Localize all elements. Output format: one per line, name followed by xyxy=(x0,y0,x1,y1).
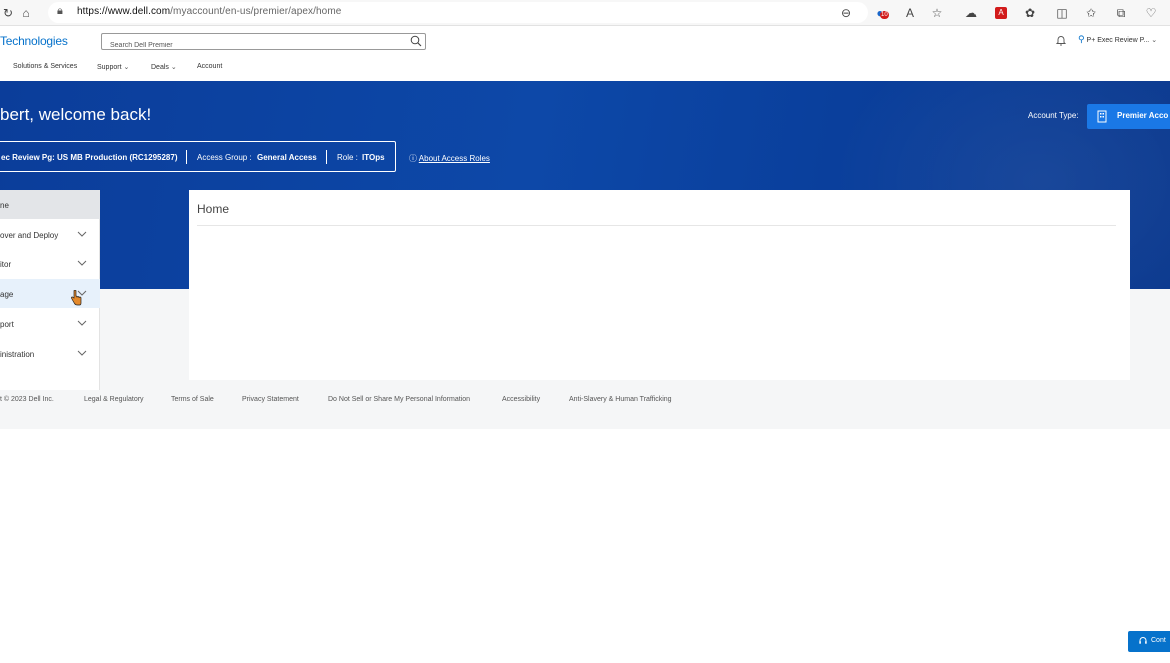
cloud-icon[interactable]: ☁ xyxy=(963,5,979,21)
side-nav-home[interactable]: ne xyxy=(0,190,100,219)
favorite-star-icon[interactable]: ☆ xyxy=(929,5,945,21)
main-content-card: Home xyxy=(189,190,1130,380)
page-title: Home xyxy=(197,202,230,216)
nav-solutions-services[interactable]: Solutions & Services xyxy=(13,63,77,70)
dell-logo[interactable]: Technologies xyxy=(0,34,68,48)
favorites-icon[interactable]: ✩ xyxy=(1083,5,1099,21)
chevron-down-icon: ⌄ xyxy=(170,64,177,71)
footer-legal-link[interactable]: Legal & Regulatory xyxy=(84,396,144,403)
footer-privacy-link[interactable]: Privacy Statement xyxy=(242,396,299,403)
lock-icon: 🔒︎ xyxy=(57,5,63,17)
chevron-down-icon xyxy=(77,231,87,237)
search-box xyxy=(101,33,426,53)
nav-deals[interactable]: Deals ⌄ xyxy=(151,63,177,71)
footer-terms-link[interactable]: Terms of Sale xyxy=(171,396,214,403)
browser-toolbar: ↻ ⌂ 🔒︎ https://www.dell.com/myaccount/en… xyxy=(0,0,1170,26)
collections-icon[interactable]: ⧉ xyxy=(1113,5,1129,21)
zoom-out-icon[interactable]: ⊖ xyxy=(838,5,854,21)
refresh-icon[interactable]: ↻ xyxy=(0,5,16,21)
side-nav-monitor[interactable]: itor xyxy=(0,249,100,278)
address-url[interactable]: https://www.dell.com/myaccount/en-us/pre… xyxy=(77,6,341,17)
address-bar[interactable]: 🔒︎ https://www.dell.com/myaccount/en-us/… xyxy=(48,2,868,23)
read-aloud-icon[interactable]: A xyxy=(902,5,918,21)
side-nav: ne over and Deploy itor age port inistra… xyxy=(0,190,100,390)
footer-accessibility-link[interactable]: Accessibility xyxy=(502,396,540,403)
pdf-extension-icon[interactable]: A xyxy=(995,7,1007,19)
notification-bell-icon[interactable] xyxy=(1055,34,1067,46)
headset-icon xyxy=(1139,637,1147,644)
chevron-down-icon xyxy=(77,320,87,326)
building-icon xyxy=(1097,110,1107,123)
premier-account-button[interactable]: Premier Acco xyxy=(1087,104,1170,129)
nav-account[interactable]: Account xyxy=(197,63,222,70)
account-icon: ⚲ xyxy=(1078,34,1085,44)
chevron-down-icon: ⌄ xyxy=(1151,37,1158,44)
access-group-label: Access Group : xyxy=(197,153,252,162)
nav-support[interactable]: Support ⌄ xyxy=(97,63,129,71)
search-icon[interactable] xyxy=(410,35,422,47)
tracking-prevention-icon[interactable]: ●10 xyxy=(872,5,889,21)
welcome-heading: bert, welcome back! xyxy=(0,105,152,124)
browser-essentials-icon[interactable]: ♡ xyxy=(1143,5,1159,21)
home-icon[interactable]: ⌂ xyxy=(18,5,34,21)
split-screen-icon[interactable]: ◫ xyxy=(1054,5,1070,21)
store-name: ec Review Pg: US MB Production (RC129528… xyxy=(1,153,178,162)
footer-copyright: t © 2023 Dell Inc. xyxy=(0,396,54,403)
footer-do-not-sell-link[interactable]: Do Not Sell or Share My Personal Informa… xyxy=(328,396,470,403)
side-nav-support[interactable]: port xyxy=(0,309,100,338)
access-group-value: General Access xyxy=(257,153,317,162)
role-label: Role : xyxy=(337,153,358,162)
extensions-icon[interactable]: ✿ xyxy=(1022,5,1038,21)
footer-anti-slavery-link[interactable]: Anti-Slavery & Human Trafficking xyxy=(569,396,672,403)
account-type-label: Account Type: xyxy=(1028,111,1079,120)
site-header: Technologies ⚲ P+ Exec Review P... ⌄ Sol… xyxy=(0,26,1170,81)
contact-button[interactable]: Cont xyxy=(1128,631,1170,652)
hand-cursor-icon xyxy=(71,290,82,306)
about-access-roles-link[interactable]: ⓘ About Access Roles xyxy=(409,153,490,164)
chevron-down-icon xyxy=(77,350,87,356)
search-input[interactable] xyxy=(102,38,402,53)
side-nav-discover-deploy[interactable]: over and Deploy xyxy=(0,220,100,249)
account-menu[interactable]: ⚲ P+ Exec Review P... ⌄ xyxy=(1078,34,1157,45)
side-nav-manage[interactable]: age xyxy=(0,279,100,308)
side-nav-administration[interactable]: inistration xyxy=(0,339,100,368)
chevron-down-icon xyxy=(77,260,87,266)
role-value: ITOps xyxy=(362,153,385,162)
divider xyxy=(197,225,1116,226)
info-icon: ⓘ xyxy=(409,154,417,163)
context-selector[interactable]: ec Review Pg: US MB Production (RC129528… xyxy=(0,141,396,172)
chevron-down-icon: ⌄ xyxy=(123,64,130,71)
